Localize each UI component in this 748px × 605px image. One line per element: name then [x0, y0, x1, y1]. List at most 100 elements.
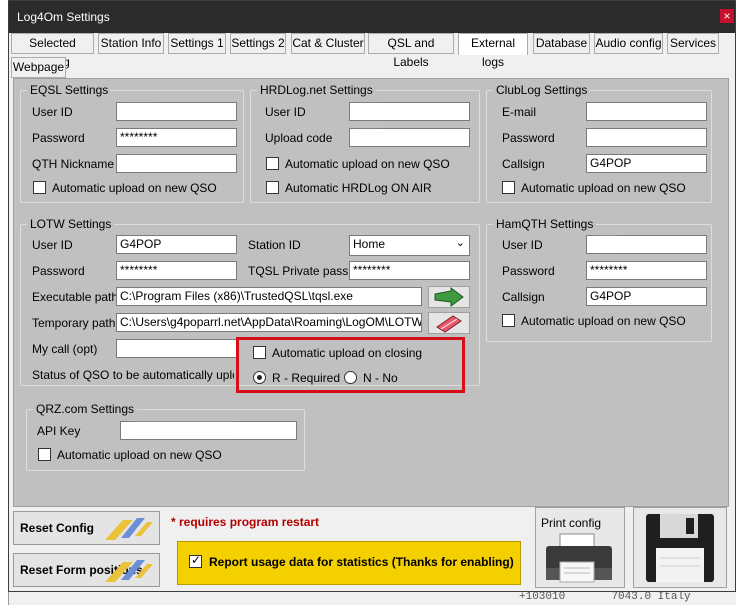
status-required-label: R - Required: [272, 371, 341, 385]
clublog-auto-checkbox[interactable]: [502, 181, 515, 194]
hamqth-user-label: User ID: [502, 238, 543, 252]
hrdlog-user-redaction: [355, 106, 385, 116]
eqsl-password-input[interactable]: ********: [116, 128, 237, 147]
qrz-group: QRZ.com Settings API Key Automatic uploa…: [26, 402, 305, 471]
usage-statistics-box: Report usage data for statistics (Thanks…: [177, 541, 521, 585]
hrdlog-onair-checkbox[interactable]: [266, 181, 279, 194]
qrz-api-redaction: [129, 424, 239, 435]
lotw-temp-label: Temporary path: [32, 316, 116, 330]
eqsl-user-label: User ID: [32, 105, 73, 119]
restart-note: * requires program restart: [171, 515, 320, 529]
background-right-window: [736, 0, 748, 605]
lotw-station-select[interactable]: Home ⌄: [349, 235, 470, 256]
hamqth-group: HamQTH Settings User ID Password *******…: [486, 217, 712, 342]
lotw-user-input[interactable]: G4POP: [116, 235, 237, 254]
hrdlog-title: HRDLog.net Settings: [257, 83, 376, 97]
hamqth-password-label: Password: [502, 264, 555, 278]
background-log-strip: +103010 7043.0 Italy: [9, 590, 736, 605]
chevron-down-icon: ⌄: [455, 237, 465, 249]
broom-icon: [105, 518, 153, 540]
qrz-api-label: API Key: [37, 424, 81, 438]
status-no-radio[interactable]: [344, 371, 357, 384]
lotw-status-label: Status of QSO to be automatically upload…: [32, 368, 234, 382]
clublog-password-label: Password: [502, 131, 555, 145]
hrdlog-auto-label: Automatic upload on new QSO: [285, 157, 450, 171]
hrdlog-user-label: User ID: [265, 105, 306, 119]
floppy-disk-icon: [646, 514, 714, 582]
eqsl-auto-checkbox[interactable]: [33, 181, 46, 194]
tab-settings-1[interactable]: Settings 1: [168, 33, 226, 54]
tab-qsl-labels[interactable]: QSL and Labels: [368, 33, 454, 69]
clublog-title: ClubLog Settings: [493, 83, 591, 97]
lotw-temp-browse-button[interactable]: [428, 312, 470, 334]
tab-settings-2[interactable]: Settings 2: [230, 33, 286, 54]
background-log-fragment: +103010: [519, 591, 566, 603]
usage-statistics-label: Report usage data for statistics (Thanks…: [209, 555, 514, 569]
print-config-button[interactable]: Print config: [535, 507, 625, 588]
lotw-exe-browse-button[interactable]: [428, 286, 470, 308]
lotw-mycall-label: My call (opt): [32, 342, 98, 356]
hrdlog-onair-label: Automatic HRDLog ON AIR: [285, 181, 432, 195]
window-title: Log4Om Settings: [17, 10, 110, 24]
title-bar: Log4Om Settings ×: [9, 1, 735, 33]
lotw-exe-label: Executable path: [32, 290, 119, 304]
hamqth-auto-label: Automatic upload on new QSO: [521, 314, 686, 328]
clublog-password-input[interactable]: [586, 128, 707, 147]
lotw-tqsl-label: TQSL Private pass: [248, 264, 349, 278]
tab-external-logs[interactable]: External logs: [458, 33, 528, 69]
bottom-bar: Reset Config Reset Form positions * requ…: [9, 507, 735, 591]
hamqth-auto-checkbox[interactable]: [502, 314, 515, 327]
clublog-callsign-input[interactable]: G4POP: [586, 154, 707, 173]
hrdlog-auto-checkbox[interactable]: [266, 157, 279, 170]
eqsl-qth-redaction: [122, 158, 162, 167]
tab-station-info[interactable]: Station Info: [98, 33, 164, 54]
settings-window: Log4Om Settings × Selected Config Statio…: [8, 0, 736, 592]
hamqth-callsign-input[interactable]: G4POP: [586, 287, 707, 306]
reset-form-positions-button[interactable]: Reset Form positions: [13, 553, 160, 587]
hamqth-callsign-label: Callsign: [502, 290, 545, 304]
tab-selected-config[interactable]: Selected Config: [11, 33, 94, 69]
lotw-auto-close-label: Automatic upload on closing: [272, 346, 423, 360]
lotw-station-value: Home: [353, 237, 386, 251]
lotw-password-input[interactable]: ********: [116, 261, 237, 280]
lotw-auto-close-checkbox[interactable]: [253, 346, 266, 359]
reset-config-button[interactable]: Reset Config: [13, 511, 160, 545]
eqsl-title: EQSL Settings: [27, 83, 112, 97]
lotw-exe-input[interactable]: C:\Program Files (x86)\TrustedQSL\tqsl.e…: [116, 287, 422, 306]
lotw-mycall-input[interactable]: [116, 339, 237, 358]
hamqth-password-input[interactable]: ********: [586, 261, 707, 280]
print-config-label: Print config: [541, 516, 602, 530]
usage-statistics-checkbox[interactable]: [189, 553, 202, 568]
hrdlog-group: HRDLog.net Settings User ID Upload code …: [250, 83, 480, 203]
lotw-user-label: User ID: [32, 238, 73, 252]
highlight-box: Automatic upload on closing R - Required…: [236, 337, 465, 393]
background-log-text: 7043.0 Italy: [611, 591, 691, 603]
tab-audio-config[interactable]: Audio config: [594, 33, 663, 54]
clublog-callsign-label: Callsign: [502, 157, 545, 171]
tab-webpage[interactable]: Webpage: [11, 57, 66, 78]
hamqth-user-redaction: [592, 238, 620, 249]
broom-icon: [105, 560, 153, 582]
qrz-auto-checkbox[interactable]: [38, 448, 51, 461]
tab-services[interactable]: Services: [667, 33, 719, 54]
hamqth-title: HamQTH Settings: [493, 217, 597, 231]
eqsl-password-label: Password: [32, 131, 85, 145]
status-no-label: N - No: [363, 371, 398, 385]
save-button[interactable]: [633, 507, 727, 588]
eqsl-auto-label: Automatic upload on new QSO: [52, 181, 217, 195]
lotw-temp-input[interactable]: C:\Users\g4poparrl.net\AppData\Roaming\L…: [116, 313, 422, 332]
arrow-icon: [434, 287, 464, 307]
lotw-password-label: Password: [32, 264, 85, 278]
qrz-auto-label: Automatic upload on new QSO: [57, 448, 222, 462]
printer-icon: [546, 533, 612, 583]
close-button[interactable]: ×: [720, 9, 734, 23]
status-required-radio[interactable]: [253, 371, 266, 384]
lotw-title: LOTW Settings: [27, 217, 115, 231]
clublog-email-input[interactable]: [586, 102, 707, 121]
eqsl-qth-label: QTH Nickname: [32, 157, 115, 171]
lotw-tqsl-input[interactable]: ********: [349, 261, 470, 280]
tab-cat-cluster[interactable]: Cat & Cluster: [291, 33, 365, 54]
hrdlog-code-redaction: [355, 132, 385, 142]
clublog-email-label: E-mail: [502, 105, 537, 119]
tab-database[interactable]: Database: [533, 33, 590, 54]
